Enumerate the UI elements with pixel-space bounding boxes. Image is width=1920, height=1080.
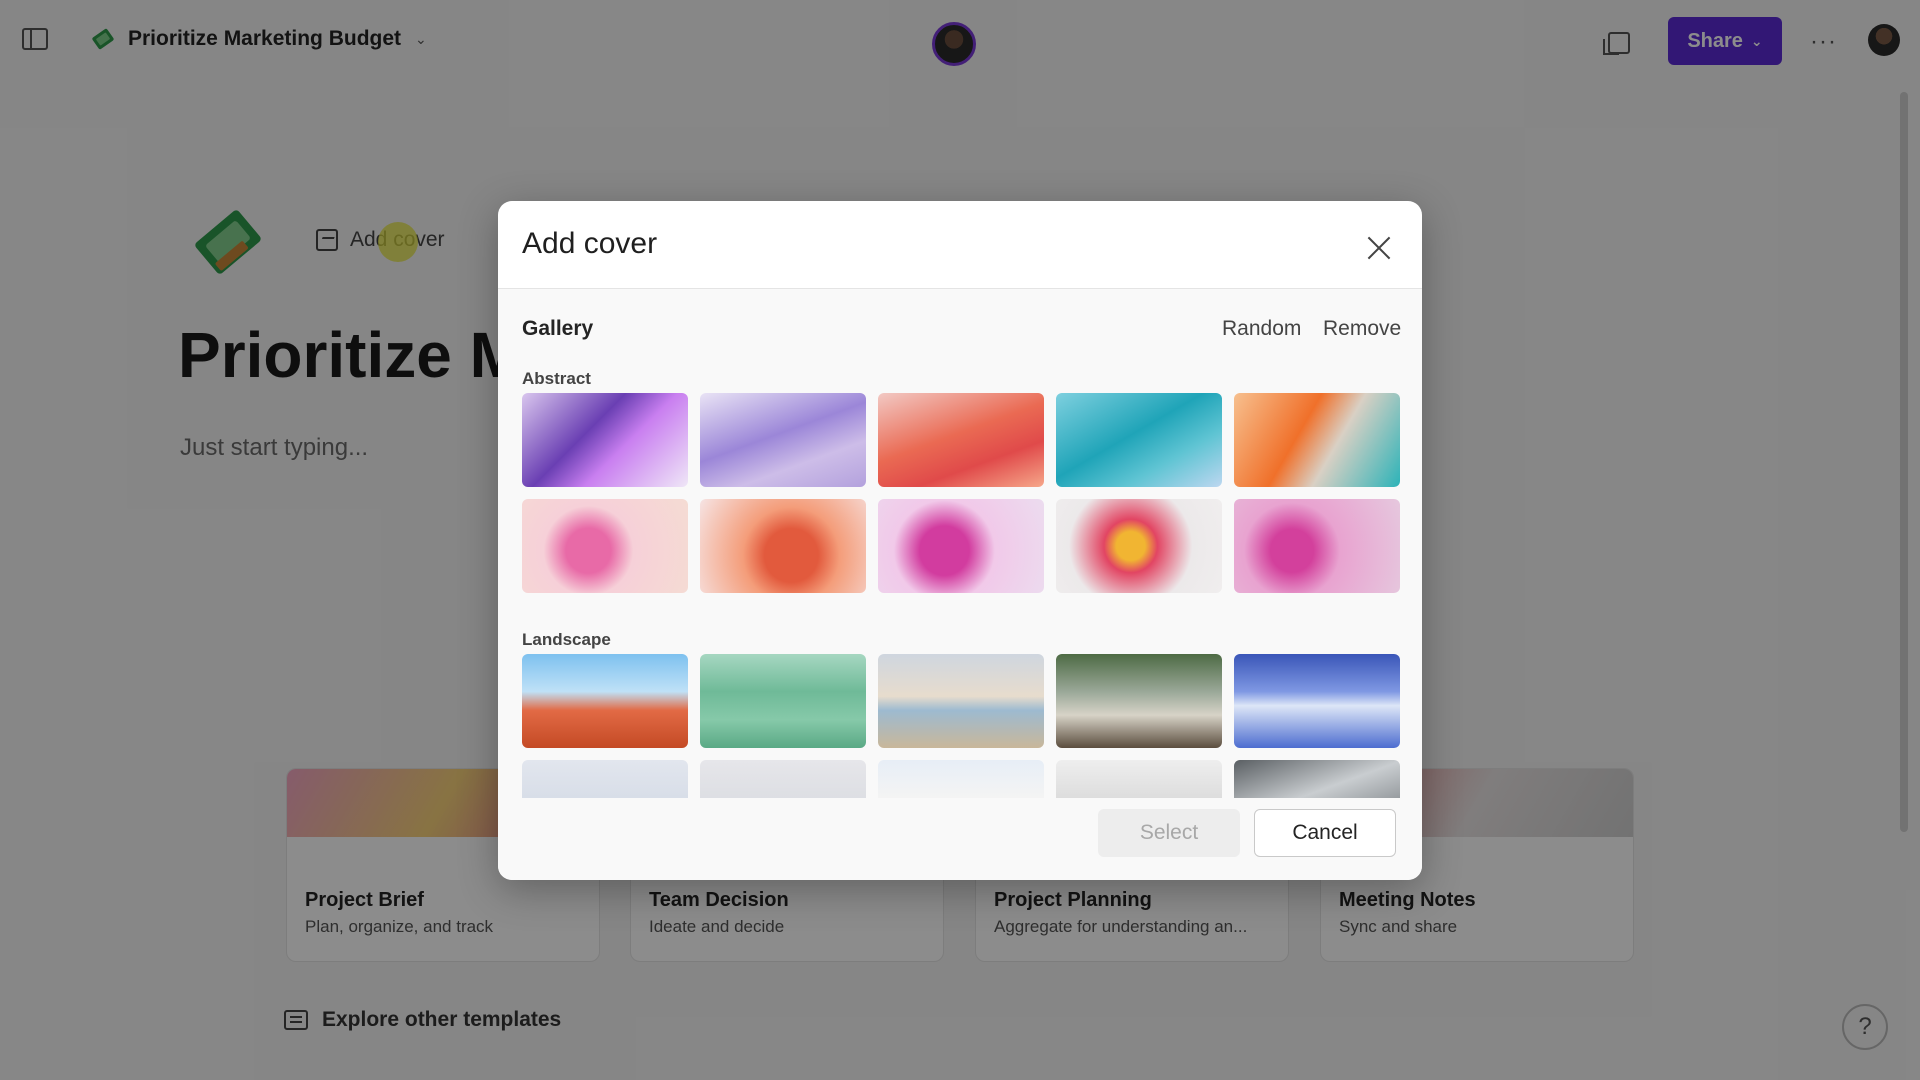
abstract-cover-grid [522,393,1400,593]
cover-thumbnail[interactable] [878,654,1044,748]
dialog-title: Add cover [522,227,658,260]
add-cover-dialog: Add cover Gallery Random Remove Abstract… [498,201,1422,880]
cover-thumbnail[interactable] [522,393,688,487]
cover-thumbnail[interactable] [700,760,866,798]
cover-thumbnail[interactable] [1234,499,1400,593]
cover-thumbnail[interactable] [522,760,688,798]
cover-thumbnail[interactable] [700,654,866,748]
landscape-cover-grid [522,654,1400,748]
dialog-body: Gallery Random Remove Abstract Landscape [498,289,1422,880]
cover-thumbnail[interactable] [1056,499,1222,593]
cover-thumbnail[interactable] [1056,760,1222,798]
cover-thumbnail[interactable] [700,393,866,487]
cover-thumbnail[interactable] [878,499,1044,593]
cover-thumbnail[interactable] [1234,760,1400,798]
cancel-button[interactable]: Cancel [1254,809,1396,857]
cover-thumbnail[interactable] [522,654,688,748]
cover-thumbnail[interactable] [1234,393,1400,487]
landscape-cover-grid-partial [522,760,1400,798]
cover-thumbnail[interactable] [522,499,688,593]
select-button[interactable]: Select [1098,809,1240,857]
cover-thumbnail[interactable] [878,393,1044,487]
cover-thumbnail[interactable] [1056,654,1222,748]
random-button[interactable]: Random [1222,317,1301,341]
gallery-label: Gallery [522,317,594,340]
close-icon[interactable] [1366,235,1392,261]
section-label-abstract: Abstract [522,369,591,388]
cover-thumbnail[interactable] [700,499,866,593]
section-label-landscape: Landscape [522,630,611,649]
cover-thumbnail[interactable] [878,760,1044,798]
cover-thumbnail[interactable] [1234,654,1400,748]
remove-button[interactable]: Remove [1323,317,1401,341]
cover-thumbnail[interactable] [1056,393,1222,487]
